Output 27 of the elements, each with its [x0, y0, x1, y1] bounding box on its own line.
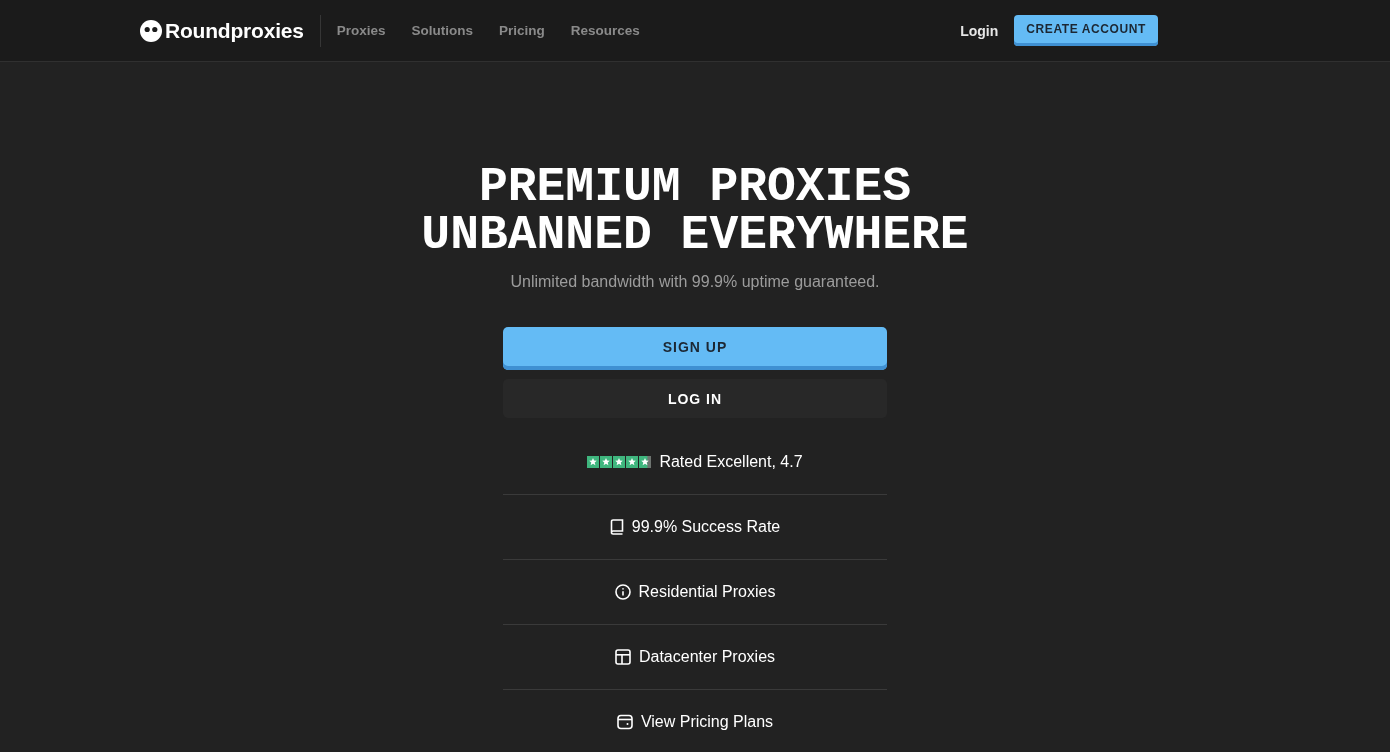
- star-icon: [639, 456, 652, 468]
- feature-link[interactable]: View Pricing Plans: [616, 713, 774, 731]
- brand-name: Roundproxies: [165, 18, 304, 43]
- create-account-button[interactable]: CREATE ACCOUNT: [1014, 15, 1158, 46]
- feature-link[interactable]: Residential Proxies: [614, 583, 776, 601]
- hero-title: PREMIUM PROXIES UNBANNED EVERYWHERE: [420, 163, 970, 259]
- rating-text: Rated Excellent, 4.7: [659, 453, 803, 471]
- layout-icon: [614, 649, 631, 665]
- logo-face-icon: [140, 19, 162, 42]
- logo-link[interactable]: Roundproxies: [140, 18, 304, 43]
- log-in-button[interactable]: LOG IN: [503, 379, 887, 418]
- nav-link[interactable]: Proxies: [336, 23, 386, 38]
- wallet-icon: [616, 714, 633, 730]
- feature-link[interactable]: 99.9% Success Rate: [609, 518, 781, 536]
- star-icon: [613, 456, 626, 468]
- feature-link[interactable]: Datacenter Proxies: [614, 648, 776, 666]
- star-icon: [587, 456, 600, 468]
- nav-link[interactable]: Resources: [570, 23, 640, 38]
- star-icon: [600, 456, 613, 468]
- sign-up-button[interactable]: SIGN UP: [503, 327, 887, 370]
- nav-link[interactable]: Pricing: [499, 23, 545, 38]
- star-icon: [626, 456, 639, 468]
- book-icon: [609, 519, 624, 535]
- login-link[interactable]: Login: [960, 22, 999, 39]
- nav-link[interactable]: Solutions: [411, 23, 474, 38]
- hero-subtitle: Unlimited bandwidth with 99.9% uptime guaranteed.: [510, 272, 880, 292]
- info-icon: [614, 584, 631, 600]
